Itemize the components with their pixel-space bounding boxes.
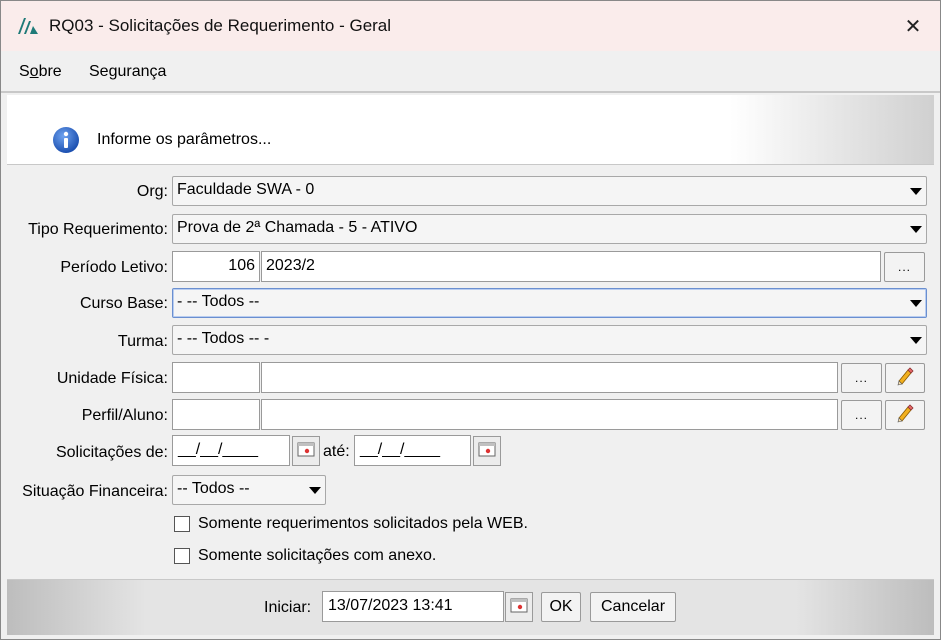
turma-value: - -- Todos -- - <box>177 330 270 347</box>
tipo-requerimento-label: Tipo Requerimento: <box>28 221 168 238</box>
solicitacoes-de-calendar-button[interactable] <box>292 436 320 466</box>
perfil-aluno-label: Perfil/Aluno: <box>81 407 168 424</box>
pencil-icon <box>895 403 915 428</box>
banner-message: Informe os parâmetros... <box>97 131 272 148</box>
unidade-fisica-edit-button[interactable] <box>885 363 925 393</box>
ellipsis-icon: ... <box>854 371 868 385</box>
action-bar: Iniciar: 13/07/2023 13:41 OK Cancelar <box>7 579 934 635</box>
info-banner: Informe os parâmetros... <box>7 95 934 165</box>
menu-item-sobre[interactable]: Sobre <box>19 63 62 81</box>
periodo-letivo-code-input[interactable]: 106 <box>172 251 260 282</box>
iniciar-datetime-value: 13/07/2023 13:41 <box>328 597 453 614</box>
periodo-letivo-description-input[interactable]: 2023/2 <box>261 251 881 282</box>
org-label: Org: <box>136 183 168 200</box>
periodo-letivo-description: 2023/2 <box>266 257 315 274</box>
iniciar-calendar-button[interactable] <box>505 592 533 622</box>
web-only-label[interactable]: Somente requerimentos solicitados pela W… <box>198 515 528 533</box>
unidade-fisica-lookup-button[interactable]: ... <box>841 363 882 393</box>
solicitacoes-ate-value: __/__/____ <box>360 441 441 458</box>
unidade-fisica-label: Unidade Física: <box>56 370 168 387</box>
solicitacoes-de-input[interactable]: __/__/____ <box>172 435 290 466</box>
perfil-aluno-code-input[interactable] <box>172 399 260 430</box>
curso-base-value: - -- Todos -- <box>177 293 260 310</box>
web-only-checkbox[interactable] <box>174 516 190 532</box>
periodo-letivo-lookup-button[interactable]: ... <box>884 252 925 282</box>
chevron-down-icon <box>910 337 922 344</box>
situacao-financeira-value: -- Todos -- <box>177 480 250 497</box>
situacao-financeira-select[interactable]: -- Todos -- <box>172 475 326 505</box>
attachment-only-checkbox[interactable] <box>174 548 190 564</box>
perfil-aluno-edit-button[interactable] <box>885 400 925 430</box>
unidade-fisica-code-input[interactable] <box>172 362 260 393</box>
ellipsis-icon: ... <box>854 408 868 422</box>
calendar-icon <box>510 597 528 618</box>
close-button[interactable]: ✕ <box>898 11 928 41</box>
iniciar-label: Iniciar: <box>264 599 312 616</box>
curso-base-label: Curso Base: <box>79 295 168 312</box>
window-title: RQ03 - Solicitações de Requerimento - Ge… <box>49 16 392 35</box>
solicitacoes-de-label: Solicitações de: <box>55 444 168 461</box>
iniciar-datetime-input[interactable]: 13/07/2023 13:41 <box>322 591 504 622</box>
ok-button-label: OK <box>549 598 573 615</box>
attachment-only-label[interactable]: Somente solicitações com anexo. <box>198 547 436 565</box>
calendar-icon <box>297 441 315 462</box>
menu-bar: Sobre Segurança <box>1 51 940 93</box>
situacao-financeira-label: Situação Financeira: <box>22 483 168 500</box>
cancel-button[interactable]: Cancelar <box>590 592 676 622</box>
turma-select[interactable]: - -- Todos -- - <box>172 325 927 355</box>
chevron-down-icon <box>910 226 922 233</box>
close-icon: ✕ <box>904 15 922 38</box>
tipo-requerimento-value: Prova de 2ª Chamada - 5 - ATIVO <box>177 219 418 236</box>
org-select[interactable]: Faculdade SWA - 0 <box>172 176 927 206</box>
dialog-window: RQ03 - Solicitações de Requerimento - Ge… <box>0 0 941 640</box>
ellipsis-icon: ... <box>897 260 911 274</box>
solicitacoes-ate-label: até: <box>323 443 350 460</box>
curso-base-select[interactable]: - -- Todos -- <box>172 288 927 318</box>
periodo-letivo-code: 106 <box>228 257 255 274</box>
perfil-aluno-description-input[interactable] <box>261 399 838 430</box>
ok-button[interactable]: OK <box>541 592 581 622</box>
tipo-requerimento-select[interactable]: Prova de 2ª Chamada - 5 - ATIVO <box>172 214 927 244</box>
org-value: Faculdade SWA - 0 <box>177 181 315 198</box>
calendar-icon <box>478 441 496 462</box>
cancel-button-label: Cancelar <box>600 598 666 615</box>
periodo-letivo-label: Período Letivo: <box>60 259 168 276</box>
title-bar[interactable]: RQ03 - Solicitações de Requerimento - Ge… <box>1 1 940 51</box>
unidade-fisica-description-input[interactable] <box>261 362 838 393</box>
app-logo-icon <box>17 17 39 35</box>
info-icon <box>52 126 80 154</box>
solicitacoes-de-value: __/__/____ <box>178 441 259 458</box>
solicitacoes-ate-calendar-button[interactable] <box>473 436 501 466</box>
chevron-down-icon <box>910 188 922 195</box>
turma-label: Turma: <box>117 333 168 350</box>
menu-item-seguranca[interactable]: Segurança <box>89 63 166 81</box>
chevron-down-icon <box>309 487 321 494</box>
solicitacoes-ate-input[interactable]: __/__/____ <box>354 435 471 466</box>
perfil-aluno-lookup-button[interactable]: ... <box>841 400 882 430</box>
chevron-down-icon <box>910 300 922 307</box>
pencil-icon <box>895 366 915 391</box>
